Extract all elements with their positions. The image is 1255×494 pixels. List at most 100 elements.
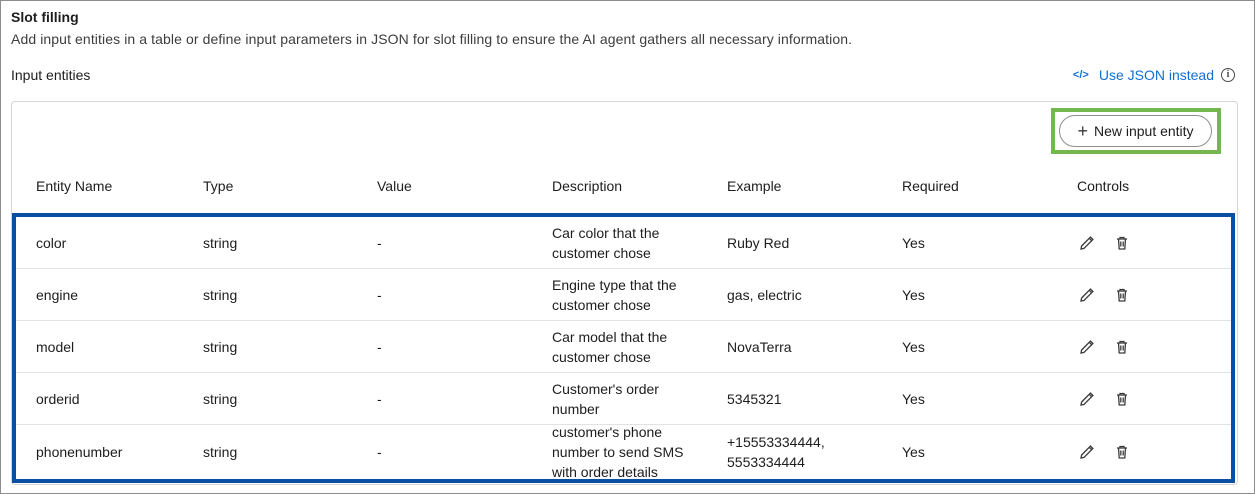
use-json-instead-link[interactable]: </> Use JSON instead [1073,67,1214,83]
entity-value-cell: - [377,285,382,305]
entity-value-cell: - [377,389,382,409]
entity-name-cell-line: orderid [36,391,80,407]
pencil-icon[interactable] [1078,286,1096,304]
entity-example-cell: gas, electric [727,285,802,305]
entity-required-cell: Yes [902,233,925,253]
entity-required-cell-line: Yes [902,391,925,407]
entity-required-cell: Yes [902,285,925,305]
entity-description-cell-line: number to send SMS [552,444,684,460]
entity-name-cell-line: model [36,339,75,355]
entity-name-cell-line: phonenumber [36,444,123,460]
entity-description-cell-line: customer chose [552,297,651,313]
entity-example-cell: +15553334444, 5553334444 [727,432,825,472]
entity-required-cell: Yes [902,337,925,357]
entity-description-cell-line: number [552,401,600,417]
pencil-icon[interactable] [1078,338,1096,356]
entity-example-cell: 5345321 [727,389,782,409]
entity-name-cell: orderid [36,389,80,409]
entity-description-cell-line: Car model that the [552,329,668,345]
table-row: color string - Car color that the customer c… [16,217,1231,269]
table-header: Entity Name Type Value Description Examp… [11,176,1238,196]
trash-icon[interactable] [1113,286,1131,304]
entity-description-cell-line: customer's phone [552,424,663,440]
trash-icon[interactable] [1113,443,1131,461]
entity-type-cell-line: string [203,444,238,460]
entity-description-cell-line: with order details [552,464,658,480]
pencil-icon[interactable] [1078,443,1096,461]
header-example: Example [727,178,782,194]
section-title: Slot filling [11,9,79,25]
trash-icon[interactable] [1113,338,1131,356]
entity-value-cell-line: - [377,339,382,355]
entity-value-cell-line: - [377,287,382,303]
entity-description-cell: Engine type that the customer chose [552,275,677,315]
entity-example-cell-line: +15553334444, [727,434,825,450]
new-input-entity-button[interactable]: + New input entity [1059,115,1212,147]
entity-example-cell: Ruby Red [727,233,789,253]
entity-type-cell-line: string [203,391,238,407]
header-entity-name: Entity Name [36,178,113,194]
entity-value-cell-line: - [377,444,382,460]
entity-description-cell-line: Car color that the [552,225,660,241]
entity-name-cell-line: engine [36,287,79,303]
header-controls: Controls [1077,178,1130,194]
entity-description-cell-line: customer chose [552,245,651,261]
pencil-icon[interactable] [1078,234,1096,252]
entity-description-cell: customer's phone number to send SMS with o… [552,422,684,482]
table-row: engine string - Engine type that the custome… [16,269,1231,321]
input-entities-label: Input entities [11,67,91,83]
header-description: Description [552,178,623,194]
entity-required-cell-line: Yes [902,339,925,355]
entity-type-cell: string [203,285,237,305]
new-input-entity-label: New input entity [1093,123,1194,139]
table-row: phonenumber string - customer's phone number… [16,422,1231,482]
entity-type-cell: string [203,233,237,253]
entity-example-cell-line: NovaTerra [727,339,792,355]
entity-name-cell: model [36,337,74,357]
entity-example-cell-line: 5553334444 [727,454,805,470]
entity-value-cell: - [377,233,382,253]
entity-example-cell-line: 5345321 [727,391,782,407]
entity-type-cell-line: string [203,287,238,303]
entity-name-cell: engine [36,285,78,305]
entity-description-cell: Car model that the customer chose [552,327,667,367]
slot-filling-panel: Slot filling Add input entities in a tab… [0,0,1255,494]
entity-required-cell: Yes [902,389,925,409]
entity-example-cell: NovaTerra [727,337,792,357]
entity-description-cell-line: customer chose [552,349,651,365]
header-required: Required [902,178,959,194]
table-row: orderid string - Customer's order number 5345… [16,373,1231,425]
table-row: model string - Car model that the customer c… [16,321,1231,373]
entity-name-cell: color [36,233,66,253]
trash-icon[interactable] [1113,390,1131,408]
entity-required-cell: Yes [902,442,925,462]
entity-value-cell: - [377,442,382,462]
trash-icon[interactable] [1113,234,1131,252]
entity-value-cell-line: - [377,235,382,251]
plus-icon: + [1077,121,1088,141]
entity-type-cell: string [203,337,237,357]
entity-description-cell-line: Customer's order [552,381,659,397]
entity-type-cell-line: string [203,339,238,355]
entity-value-cell: - [377,337,382,357]
entity-name-cell-line: color [36,235,67,251]
entity-description-cell: Car color that the customer chose [552,223,659,263]
info-icon[interactable]: i [1221,68,1235,82]
section-description: Add input entities in a table or define … [11,31,853,47]
entity-type-cell: string [203,442,237,462]
entity-type-cell-line: string [203,235,238,251]
entity-required-cell-line: Yes [902,235,925,251]
entity-description-cell: Customer's order number [552,379,659,419]
entity-example-cell-line: gas, electric [727,287,802,303]
header-value: Value [377,178,412,194]
entity-required-cell-line: Yes [902,444,925,460]
pencil-icon[interactable] [1078,390,1096,408]
entity-type-cell: string [203,389,237,409]
use-json-instead-label: Use JSON instead [1098,67,1214,83]
header-type: Type [203,178,234,194]
entity-required-cell-line: Yes [902,287,925,303]
entity-example-cell-line: Ruby Red [727,235,790,251]
entity-description-cell-line: Engine type that the [552,277,677,293]
entity-name-cell: phonenumber [36,442,122,462]
entity-value-cell-line: - [377,391,382,407]
